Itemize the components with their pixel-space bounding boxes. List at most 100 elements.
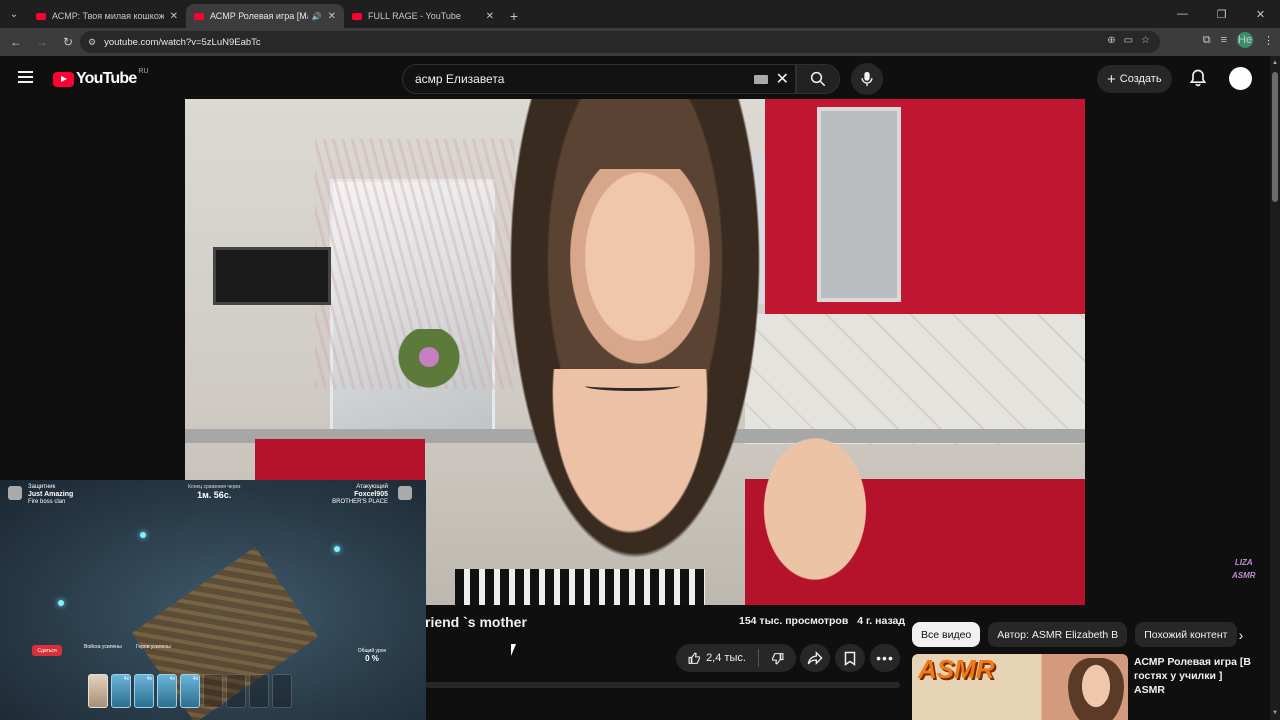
- youtube-play-icon: [53, 71, 74, 87]
- youtube-favicon-icon: [194, 12, 204, 20]
- search-query: асмр Елизавета: [415, 72, 505, 86]
- upload-age: 4 г. назад: [857, 615, 906, 627]
- channel-watermark: LIZA ASMR: [1232, 558, 1256, 580]
- url-field[interactable]: ⚙ youtube.com/watch?v=5zLuN9EabTc ⊕ ▭ ☆: [80, 31, 1160, 53]
- back-icon[interactable]: ←: [4, 30, 28, 54]
- thumb-text: ASMR: [918, 654, 995, 684]
- plus-icon: +: [1107, 70, 1116, 88]
- media-controls-icon[interactable]: ≡: [1221, 34, 1227, 46]
- defender-shield-icon: [8, 486, 22, 500]
- picture-in-picture-game[interactable]: Защитник Just Amazing Fire boss clan Кон…: [0, 480, 426, 720]
- site-info-icon[interactable]: ⚙: [88, 37, 96, 48]
- scroll-up-icon[interactable]: ▲: [1272, 60, 1278, 66]
- address-bar-row: ← → ↻ ⚙ youtube.com/watch?v=5zLuN9EabTc …: [0, 28, 1280, 56]
- chevron-right-icon[interactable]: ›: [1230, 624, 1252, 646]
- surrender-button[interactable]: Сдаться: [32, 645, 62, 656]
- tab-title: АСМР: Твоя милая кошкожена: [52, 11, 164, 21]
- clear-search-icon[interactable]: ✕: [776, 69, 789, 89]
- attacker-shield-icon: [398, 486, 412, 500]
- close-window-icon[interactable]: ✕: [1241, 0, 1280, 28]
- troop-card[interactable]: 4x: [111, 674, 131, 708]
- total-damage: Общий урон 0 %: [357, 648, 387, 663]
- youtube-header: YouTube RU асмр Елизавета ✕ + Создать: [0, 56, 1270, 100]
- related-video-title[interactable]: АСМР Ролевая игра [В гостях у училки ] A…: [1134, 655, 1254, 715]
- like-count: 2,4 тыс.: [706, 652, 746, 664]
- tab-title: FULL RAGE - YouTube: [368, 11, 461, 21]
- keyboard-icon[interactable]: [753, 74, 768, 84]
- account-avatar[interactable]: [1229, 67, 1252, 90]
- share-icon: [807, 651, 823, 665]
- cast-icon[interactable]: ▭: [1124, 35, 1133, 46]
- wall-tv: [213, 247, 331, 305]
- close-tab-icon[interactable]: ✕: [170, 11, 178, 22]
- youtube-favicon-icon: [352, 12, 362, 20]
- window-controls: — ❐ ✕: [1163, 0, 1280, 28]
- search-button[interactable]: [796, 64, 840, 94]
- more-horizontal-icon: •••: [876, 650, 894, 666]
- troop-card[interactable]: [272, 674, 292, 708]
- thumbs-up-icon: [688, 651, 700, 664]
- related-video-thumbnail[interactable]: ASMR: [912, 654, 1128, 720]
- troop-card[interactable]: 4x: [180, 674, 200, 708]
- heroes-boost-label: Герои усилены: [136, 644, 171, 650]
- troop-card[interactable]: 4x: [157, 674, 177, 708]
- page-scrollbar[interactable]: ▲ ▼: [1270, 56, 1280, 720]
- logo-text: YouTube: [76, 70, 137, 87]
- more-actions-button[interactable]: •••: [870, 644, 900, 672]
- orchid-plant: [385, 329, 495, 399]
- attacker-info: Атакующий Foxcel905 BROTHER'S PLACE: [332, 484, 388, 505]
- chip-all-videos[interactable]: Все видео: [912, 622, 981, 647]
- browser-tab-2[interactable]: АСМР Ролевая игра [Мама 🔊 ✕: [186, 4, 344, 28]
- close-tab-icon[interactable]: ✕: [486, 11, 494, 22]
- scroll-down-icon[interactable]: ▼: [1272, 710, 1278, 716]
- create-button[interactable]: + Создать: [1097, 65, 1172, 93]
- thumbs-down-icon[interactable]: [771, 652, 784, 665]
- microphone-icon: [861, 71, 873, 87]
- zoom-icon[interactable]: ⊕: [1107, 35, 1115, 46]
- minimize-icon[interactable]: —: [1163, 0, 1202, 28]
- glow-light: [140, 532, 146, 538]
- troop-card[interactable]: [249, 674, 269, 708]
- voice-search-button[interactable]: [851, 63, 883, 95]
- youtube-logo[interactable]: YouTube RU: [53, 67, 149, 88]
- troop-card[interactable]: [203, 674, 223, 708]
- troop-card[interactable]: 4x: [134, 674, 154, 708]
- forward-icon[interactable]: →: [30, 30, 54, 54]
- chip-by-author[interactable]: Автор: ASMR Elizabeth B: [988, 622, 1128, 647]
- reload-icon[interactable]: ↻: [56, 30, 80, 54]
- profile-avatar[interactable]: Не: [1237, 32, 1253, 48]
- create-label: Создать: [1119, 73, 1162, 85]
- mouse-cursor: [511, 644, 516, 656]
- browser-tab-1[interactable]: АСМР: Твоя милая кошкожена ✕: [28, 4, 186, 28]
- browser-menu-icon[interactable]: ⋮: [1263, 34, 1274, 47]
- browser-tab-3[interactable]: FULL RAGE - YouTube ✕: [344, 4, 502, 28]
- related-filter-chips: Все видео Автор: ASMR Elizabeth B Похожи…: [912, 622, 1237, 647]
- save-button[interactable]: [835, 644, 865, 672]
- scrollbar-thumb[interactable]: [1272, 72, 1278, 202]
- restore-icon[interactable]: ❐: [1202, 0, 1241, 28]
- extensions-icon[interactable]: ⧉: [1203, 34, 1211, 47]
- tab-title: АСМР Ролевая игра [Мама: [210, 11, 308, 21]
- close-tab-icon[interactable]: ✕: [328, 11, 336, 22]
- red-cabinets: [765, 99, 1085, 314]
- description-box-edge: [425, 682, 900, 688]
- url-text: youtube.com/watch?v=5zLuN9EabTc: [104, 36, 261, 48]
- speaker-icon[interactable]: 🔊: [312, 12, 322, 21]
- chip-similar[interactable]: Похожий контент: [1135, 622, 1237, 647]
- region-label: RU: [138, 67, 149, 75]
- notifications-bell-icon[interactable]: [1188, 68, 1208, 88]
- glow-light: [334, 546, 340, 552]
- troop-card[interactable]: [88, 674, 108, 708]
- troop-card[interactable]: [226, 674, 246, 708]
- search-input[interactable]: асмр Елизавета ✕: [402, 64, 796, 94]
- search-icon: [810, 71, 826, 87]
- menu-icon[interactable]: [18, 71, 33, 86]
- troop-cards: 4x 4x 4x 4x: [88, 674, 292, 708]
- tab-search-dropdown-icon[interactable]: ⌄: [0, 0, 28, 28]
- new-tab-button[interactable]: +: [502, 4, 526, 28]
- battle-timer: Конец сражения через 1м. 56с.: [188, 484, 241, 500]
- share-button[interactable]: [800, 644, 830, 672]
- bookmark-star-icon[interactable]: ☆: [1141, 35, 1150, 46]
- browser-extras: ⧉ ≡ Не ⋮: [1203, 32, 1274, 48]
- like-button[interactable]: 2,4 тыс.: [688, 651, 746, 665]
